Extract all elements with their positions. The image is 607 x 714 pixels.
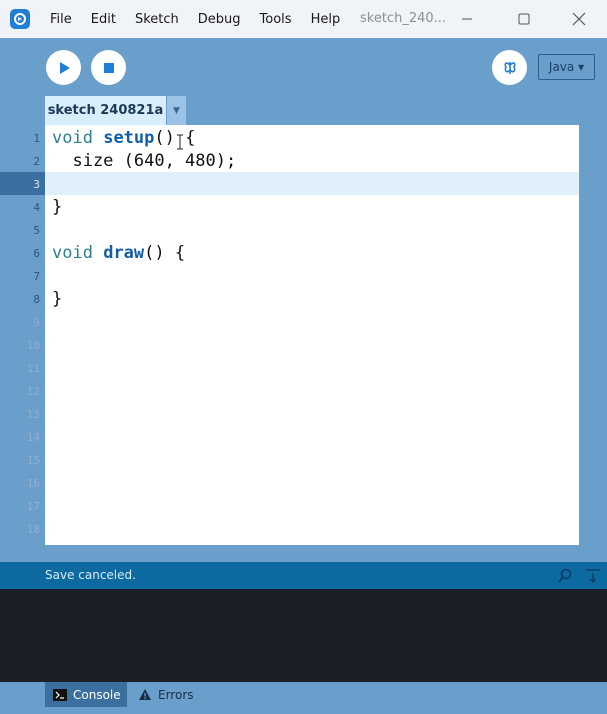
line-number: 13 bbox=[26, 408, 40, 421]
tab-sketch[interactable]: sketch 240821a bbox=[45, 96, 166, 125]
line-number: 3 bbox=[33, 178, 40, 191]
line-number: 1 bbox=[33, 132, 40, 145]
mode-selector[interactable]: Java ▾ bbox=[538, 54, 595, 80]
run-button[interactable] bbox=[46, 50, 81, 85]
status-bar: Save canceled. bbox=[0, 562, 607, 589]
code-token: () { bbox=[154, 128, 196, 148]
line-number: 17 bbox=[26, 500, 40, 513]
line-number: 10 bbox=[26, 339, 40, 352]
minimize-icon[interactable] bbox=[456, 8, 478, 30]
warning-icon bbox=[138, 688, 152, 701]
code-line: void setup() { bbox=[52, 127, 195, 150]
line-number: 14 bbox=[26, 431, 40, 444]
footer-tabs: Console Errors bbox=[0, 682, 607, 714]
menu-debug[interactable]: Debug bbox=[198, 12, 241, 27]
console-output[interactable] bbox=[0, 589, 607, 682]
tab-console-label: Console bbox=[73, 687, 121, 702]
search-icon[interactable] bbox=[556, 567, 574, 585]
line-number: 2 bbox=[33, 155, 40, 168]
code-token: size (640, 480); bbox=[52, 151, 237, 171]
close-icon[interactable] bbox=[568, 8, 590, 30]
code-token: () { bbox=[144, 243, 186, 263]
play-icon bbox=[59, 61, 70, 74]
filter-icon[interactable] bbox=[584, 567, 602, 585]
current-line-highlight bbox=[45, 172, 579, 195]
line-number: 5 bbox=[33, 224, 40, 237]
tab-menu-button[interactable]: ▼ bbox=[167, 96, 186, 125]
line-number: 6 bbox=[33, 247, 40, 260]
line-number: 16 bbox=[26, 477, 40, 490]
code-token: } bbox=[52, 289, 63, 309]
triangle-down-icon: ▼ bbox=[173, 105, 180, 116]
stop-icon bbox=[103, 62, 114, 73]
menu-tools[interactable]: Tools bbox=[260, 12, 292, 27]
function-name-token: setup bbox=[103, 128, 155, 148]
line-number: 4 bbox=[33, 201, 40, 214]
line-number: 11 bbox=[26, 362, 40, 375]
keyword-token: void bbox=[52, 243, 93, 263]
status-message: Save canceled. bbox=[45, 568, 136, 582]
line-number: 7 bbox=[33, 270, 40, 283]
line-number: 8 bbox=[33, 293, 40, 306]
processing-app-icon bbox=[10, 9, 30, 29]
keyword-token: void bbox=[52, 128, 93, 148]
line-number: 15 bbox=[26, 454, 40, 467]
title-bar: File Edit Sketch Debug Tools Help sketch… bbox=[0, 0, 607, 38]
line-number: 18 bbox=[26, 523, 40, 536]
stop-button[interactable] bbox=[91, 50, 126, 85]
maximize-icon[interactable] bbox=[513, 8, 535, 30]
vertical-scrollbar[interactable] bbox=[579, 125, 607, 545]
terminal-icon bbox=[53, 688, 67, 701]
window-title: sketch_240... bbox=[360, 11, 447, 26]
code-line: size (640, 480); bbox=[52, 150, 236, 173]
menu-help[interactable]: Help bbox=[311, 12, 341, 27]
toolbar: Java ▾ bbox=[0, 38, 607, 96]
line-number: 9 bbox=[33, 316, 40, 329]
menu-file[interactable]: File bbox=[50, 12, 72, 27]
menu-sketch[interactable]: Sketch bbox=[135, 12, 179, 27]
tab-console[interactable]: Console bbox=[45, 682, 127, 707]
code-editor[interactable]: void setup() { size (640, 480);} void dra… bbox=[45, 125, 579, 545]
function-name-token: draw bbox=[103, 243, 145, 263]
debugger-button[interactable] bbox=[492, 50, 527, 85]
menu-edit[interactable]: Edit bbox=[91, 12, 116, 27]
text-cursor-icon bbox=[176, 134, 184, 150]
horizontal-scrollbar[interactable] bbox=[0, 545, 607, 562]
tab-errors-label: Errors bbox=[158, 687, 194, 702]
code-line: } bbox=[52, 196, 62, 219]
tab-errors[interactable]: Errors bbox=[130, 682, 210, 707]
butterfly-icon bbox=[503, 61, 516, 74]
code-line: } bbox=[52, 288, 62, 311]
code-line: void draw() { bbox=[52, 242, 185, 265]
menu-bar: File Edit Sketch Debug Tools Help bbox=[50, 0, 359, 38]
code-token: } bbox=[52, 197, 63, 217]
line-number: 12 bbox=[26, 385, 40, 398]
